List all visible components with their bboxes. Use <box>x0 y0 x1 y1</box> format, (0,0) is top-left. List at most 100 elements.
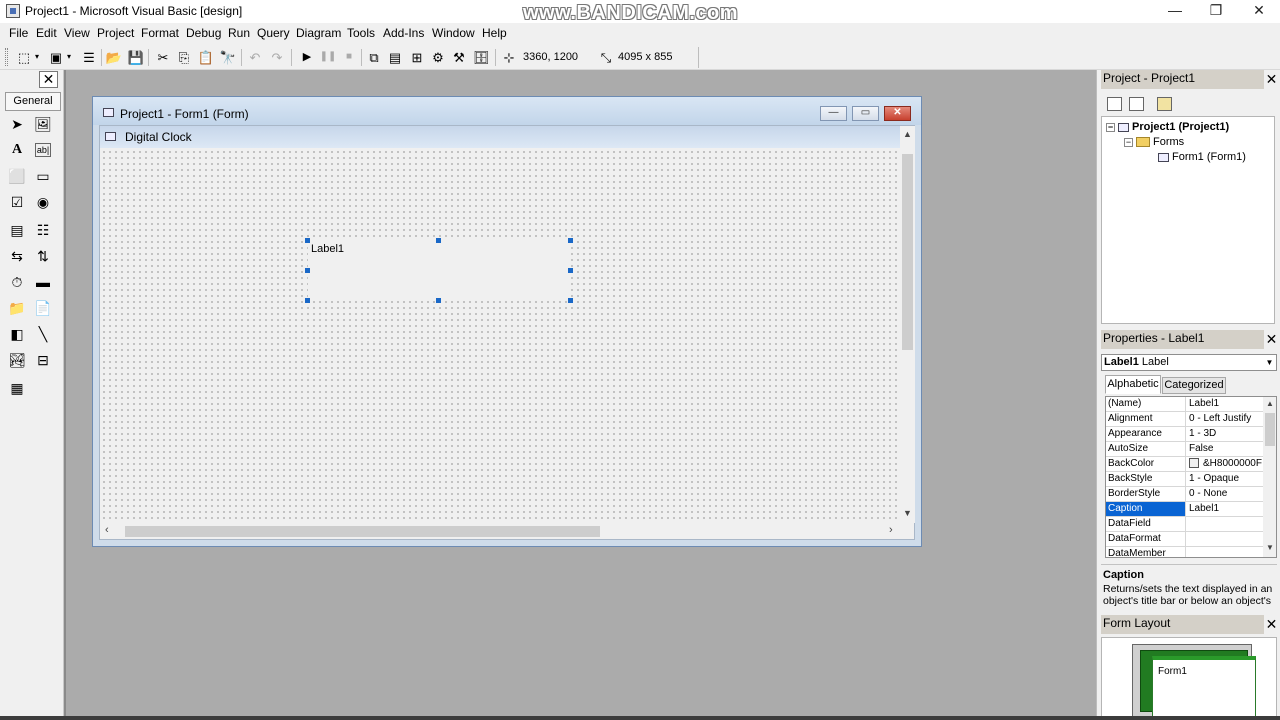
open-project-icon[interactable]: 📂 <box>106 49 122 65</box>
menu-editor-icon[interactable]: ☰ <box>81 49 97 65</box>
resize-handle-ne[interactable] <box>568 238 573 243</box>
form-layout-close-button[interactable]: ✕ <box>1264 615 1279 634</box>
menu-debug[interactable]: Debug <box>186 26 221 40</box>
redo-icon[interactable]: ↷ <box>269 49 285 65</box>
collapse-icon[interactable]: − <box>1106 122 1115 132</box>
designer-maximize-button[interactable]: ▭ <box>852 106 879 121</box>
properties-window-icon[interactable]: ▤ <box>387 49 403 65</box>
scroll-left-icon[interactable]: ‹ <box>105 524 109 536</box>
tree-node-form1[interactable]: Form1 (Form1) <box>1158 151 1246 163</box>
image-tool-icon[interactable]: 🏞 <box>7 350 27 370</box>
toolbar-grip[interactable] <box>5 48 8 66</box>
resize-handle-n[interactable] <box>436 238 441 243</box>
toolbox-general-tab[interactable]: General <box>5 92 61 111</box>
hscrollbar-tool-icon[interactable]: ⇆ <box>7 246 27 266</box>
dirlistbox-tool-icon[interactable]: 📁 <box>7 298 27 318</box>
property-scroll-thumb[interactable] <box>1265 413 1275 446</box>
chevron-down-icon[interactable]: ▾ <box>29 49 45 65</box>
object-browser-icon[interactable]: ⚙ <box>430 49 446 65</box>
menu-add-ins[interactable]: Add-Ins <box>383 26 424 40</box>
maximize-button[interactable]: ❐ <box>1194 0 1238 22</box>
horizontal-scroll-thumb[interactable] <box>125 526 600 537</box>
vscrollbar-tool-icon[interactable]: ⇅ <box>33 246 53 266</box>
menu-window[interactable]: Window <box>432 26 475 40</box>
designer-horizontal-scrollbar[interactable]: ‹ › <box>100 523 900 539</box>
project-explorer-icon[interactable]: ⧉ <box>366 49 382 65</box>
toolbox-icon[interactable]: ⚒ <box>451 49 467 65</box>
tab-alphabetic[interactable]: Alphabetic <box>1105 375 1161 394</box>
scroll-down-icon[interactable]: ▼ <box>900 508 915 518</box>
object-selector-dropdown[interactable]: Label1 Label ▼ <box>1101 354 1277 371</box>
tab-categorized[interactable]: Categorized <box>1162 377 1226 394</box>
menu-format[interactable]: Format <box>141 26 179 40</box>
view-code-icon[interactable] <box>1107 97 1122 111</box>
property-row-selected[interactable]: Caption Label1 <box>1106 502 1263 517</box>
label1-control[interactable]: Label1 <box>308 241 571 301</box>
find-icon[interactable]: 🔭 <box>220 49 236 65</box>
form1-grid[interactable]: Label1 <box>100 148 900 523</box>
designer-vertical-scrollbar[interactable]: ▲ ▼ <box>900 126 915 523</box>
property-row[interactable]: Appearance 1 - 3D <box>1106 427 1263 442</box>
filelistbox-tool-icon[interactable]: 📄 <box>33 298 53 318</box>
form-layout-icon[interactable]: ⊞ <box>409 49 425 65</box>
paste-icon[interactable]: 📋 <box>198 49 214 65</box>
toggle-folders-icon[interactable] <box>1157 97 1172 111</box>
resize-handle-nw[interactable] <box>305 238 310 243</box>
optionbutton-tool-icon[interactable]: ◉ <box>33 192 53 212</box>
data-view-icon[interactable]: 🗄 <box>473 49 490 65</box>
menu-edit[interactable]: Edit <box>36 26 57 40</box>
copy-icon[interactable]: ⎘ <box>176 49 192 65</box>
tree-node-forms[interactable]: − Forms <box>1124 136 1184 148</box>
timer-tool-icon[interactable]: ⏱ <box>7 272 27 292</box>
toolbox-close-button[interactable]: ✕ <box>39 71 58 88</box>
resize-handle-se[interactable] <box>568 298 573 303</box>
menu-project[interactable]: Project <box>97 26 134 40</box>
project-explorer-close-button[interactable]: ✕ <box>1264 70 1279 89</box>
menu-view[interactable]: View <box>64 26 90 40</box>
property-row[interactable]: Alignment 0 - Left Justify <box>1106 412 1263 427</box>
resize-handle-w[interactable] <box>305 268 310 273</box>
form-designer-titlebar[interactable]: Project1 - Form1 (Form) — ▭ ✕ <box>93 97 921 125</box>
resize-handle-sw[interactable] <box>305 298 310 303</box>
property-row[interactable]: DataField <box>1106 517 1263 532</box>
property-row[interactable]: BackStyle 1 - Opaque <box>1106 472 1263 487</box>
pointer-icon[interactable]: ➤ <box>7 114 27 134</box>
property-row[interactable]: BackColor &H8000000F <box>1106 457 1263 472</box>
start-icon[interactable]: ▶ <box>299 49 315 65</box>
properties-close-button[interactable]: ✕ <box>1264 330 1279 349</box>
property-row[interactable]: (Name) Label1 <box>1106 397 1263 412</box>
shape-tool-icon[interactable]: ◧ <box>7 324 27 344</box>
chevron-down-icon[interactable]: ▾ <box>61 49 77 65</box>
commandbutton-tool-icon[interactable]: ▭ <box>33 166 53 186</box>
end-icon[interactable]: ■ <box>341 49 357 65</box>
property-row[interactable]: DataFormat <box>1106 532 1263 547</box>
designer-minimize-button[interactable]: — <box>820 106 847 121</box>
scroll-right-icon[interactable]: › <box>889 524 893 536</box>
menu-query[interactable]: Query <box>257 26 290 40</box>
break-icon[interactable]: ❚❚ <box>320 49 337 65</box>
tree-node-project1[interactable]: − Project1 (Project1) <box>1106 121 1229 133</box>
listbox-tool-icon[interactable]: ☷ <box>33 220 53 240</box>
cut-icon[interactable]: ✂ <box>155 49 171 65</box>
combobox-tool-icon[interactable]: ▤ <box>7 220 27 240</box>
ole-tool-icon[interactable]: ▦ <box>7 378 27 398</box>
resize-handle-e[interactable] <box>568 268 573 273</box>
menu-tools[interactable]: Tools <box>347 26 375 40</box>
view-object-icon[interactable] <box>1129 97 1144 111</box>
property-grid-scrollbar[interactable]: ▲ ▼ <box>1263 397 1276 557</box>
resize-handle-s[interactable] <box>436 298 441 303</box>
vb-app-icon[interactable] <box>6 4 20 18</box>
collapse-icon[interactable]: − <box>1124 137 1133 147</box>
label-tool-icon[interactable]: A <box>7 140 27 160</box>
save-project-icon[interactable]: 💾 <box>128 49 144 65</box>
drivelistbox-tool-icon[interactable]: ▬ <box>33 272 53 292</box>
property-row[interactable]: BorderStyle 0 - None <box>1106 487 1263 502</box>
chevron-down-icon[interactable]: ▼ <box>1263 355 1276 370</box>
frame-tool-icon[interactable]: ⬜ <box>7 166 27 186</box>
property-row[interactable]: AutoSize False <box>1106 442 1263 457</box>
scroll-down-icon[interactable]: ▼ <box>1263 543 1276 552</box>
menu-help[interactable]: Help <box>482 26 507 40</box>
vertical-scroll-thumb[interactable] <box>902 154 913 350</box>
minimize-button[interactable]: — <box>1153 0 1197 22</box>
line-tool-icon[interactable]: ╲ <box>33 324 53 344</box>
